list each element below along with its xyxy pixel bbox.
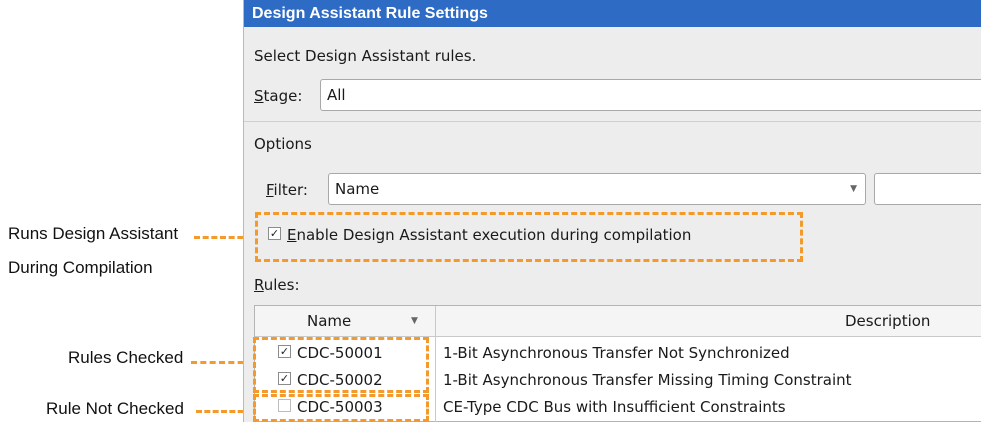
annotation-rules-checked: Rules Checked (68, 348, 184, 367)
filter-label-rest: ilter: (273, 181, 308, 199)
column-header-name[interactable]: Name (307, 306, 351, 336)
rules-label-key: R (254, 276, 264, 294)
stage-label-key: S (254, 87, 264, 105)
enable-label-rest: nable Design Assistant execution during … (296, 226, 692, 244)
filter-label-key: F (266, 181, 274, 199)
rule-id: CDC-50001 (297, 344, 383, 362)
divider (244, 121, 981, 122)
panel-title: Design Assistant Rule Settings (244, 0, 981, 27)
annotation-runs-line2: During Compilation (8, 258, 153, 277)
rule-description: 1-Bit Asynchronous Transfer Not Synchron… (443, 344, 790, 362)
options-label: Options (254, 135, 312, 153)
table-row[interactable]: CDC-50003 CE-Type CDC Bus with Insuffici… (255, 394, 981, 421)
checkbox-icon[interactable]: ✓ (278, 345, 291, 358)
rule-name-cell: ✓ CDC-50001 (278, 340, 383, 367)
rule-id: CDC-50002 (297, 371, 383, 389)
stage-label-rest: tage: (263, 87, 303, 105)
checkbox-icon: ✓ (268, 227, 281, 240)
rules-label-rest: ules: (263, 276, 300, 294)
annotation-runs-line1: Runs Design Assistant (8, 224, 179, 243)
sort-chevron-icon[interactable]: ▼ (411, 306, 418, 336)
stage-label: Stage: (254, 87, 302, 105)
table-header: Name ▼ Description (255, 306, 981, 337)
table-row[interactable]: ✓ CDC-50001 1-Bit Asynchronous Transfer N… (255, 340, 981, 367)
rule-description: 1-Bit Asynchronous Transfer Missing Timi… (443, 371, 852, 389)
rule-name-cell: CDC-50003 (278, 394, 383, 421)
filter-text-input[interactable] (874, 173, 981, 205)
table-row[interactable]: ✓ CDC-50002 1-Bit Asynchronous Transfer M… (255, 367, 981, 394)
column-header-description[interactable]: Description (845, 306, 930, 336)
checkbox-icon[interactable] (278, 399, 291, 412)
stage-select[interactable]: All (320, 79, 981, 111)
filter-label: Filter: (266, 181, 308, 199)
rules-label: Rules: (254, 276, 300, 294)
filter-select-value: Name (335, 180, 380, 198)
enable-execution-checkbox[interactable]: ✓ Enable Design Assistant execution durin… (268, 226, 691, 244)
rule-id: CDC-50003 (297, 398, 383, 416)
filter-select[interactable]: Name ▼ (328, 173, 866, 205)
rules-table: Name ▼ Description ✓ CDC-50001 1-Bit Asyn… (254, 305, 981, 422)
chevron-down-icon: ▼ (850, 184, 857, 194)
stage-select-value: All (327, 86, 346, 104)
rule-description: CE-Type CDC Bus with Insufficient Constr… (443, 398, 786, 416)
rule-settings-panel: Design Assistant Rule Settings Select De… (243, 0, 981, 422)
rule-name-cell: ✓ CDC-50002 (278, 367, 383, 394)
checkbox-icon[interactable]: ✓ (278, 372, 291, 385)
annotation-rule-not-checked: Rule Not Checked (46, 399, 184, 418)
instruction-text: Select Design Assistant rules. (254, 47, 477, 65)
